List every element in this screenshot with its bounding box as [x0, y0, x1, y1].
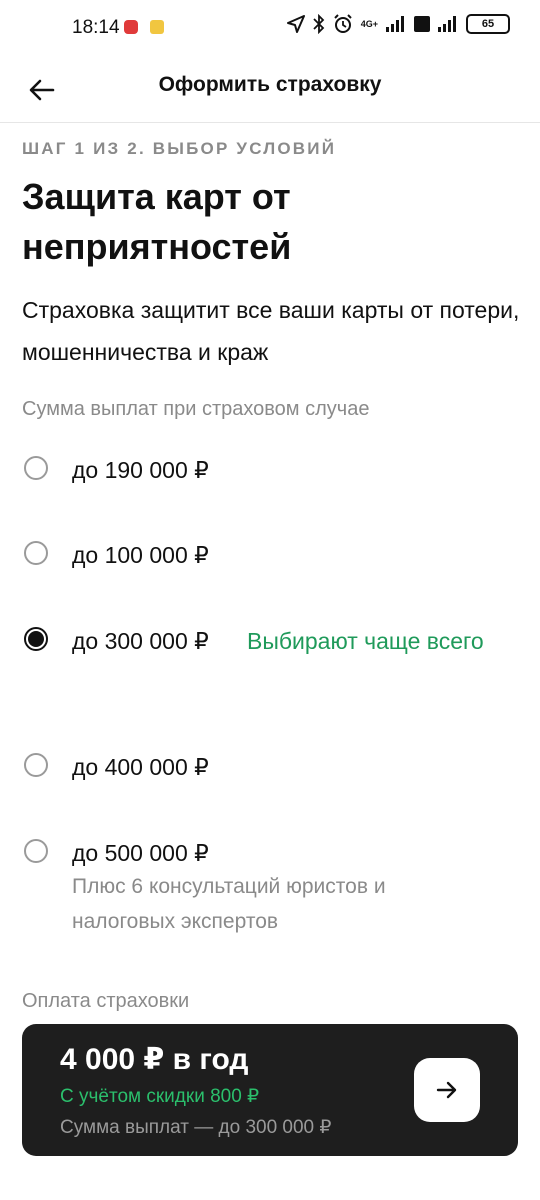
radio-button[interactable] — [24, 456, 48, 480]
popular-choice-badge: Выбирают чаще всего — [247, 628, 484, 654]
payout-option-label: до 190 000 ₽ — [72, 457, 209, 483]
payout-option-label: до 100 000 ₽ — [72, 542, 209, 568]
location-arrow-icon — [286, 15, 305, 33]
radio-button[interactable] — [24, 753, 48, 777]
payment-sum: Сумма выплат — до 300 000 ₽ — [60, 1117, 332, 1138]
payment-summary-card[interactable]: 4 000 ₽ в год С учётом скидки 800 ₽ Сумм… — [22, 1024, 518, 1156]
app-header: Оформить страховку — [0, 62, 540, 123]
status-bar: 18:14 4G+ 65 — [0, 0, 540, 62]
battery-icon: 65 — [466, 14, 510, 34]
header-title: Оформить страховку — [158, 73, 382, 96]
signal-icon — [386, 16, 404, 32]
page-subtitle: Страховка защитит все ваши карты от поте… — [22, 297, 520, 365]
arrow-right-icon — [436, 1081, 457, 1099]
page-title: Защита карт от неприятностей — [22, 176, 292, 267]
status-icons: 4G+ 65 — [286, 14, 510, 34]
payout-option-label: до 400 000 ₽ — [72, 754, 209, 780]
payout-section-label: Сумма выплат при страховом случае — [22, 398, 370, 420]
radio-button-selected[interactable] — [24, 627, 48, 651]
payment-discount: С учётом скидки 800 ₽ — [60, 1086, 260, 1107]
radio-button[interactable] — [24, 839, 48, 863]
app-notification-icon — [150, 20, 164, 34]
next-button[interactable] — [414, 1058, 480, 1122]
step-label: ШАГ 1 ИЗ 2. ВЫБОР УСЛОВИЙ — [22, 139, 337, 158]
signal-icon-2 — [438, 16, 456, 32]
payment-section-label: Оплата страховки — [22, 990, 190, 1012]
payout-option-label: до 500 000 ₽ — [72, 840, 209, 866]
payout-option-note: Плюс 6 консультаций юристов и налоговых … — [72, 875, 386, 933]
bluetooth-icon — [313, 14, 325, 34]
radio-button[interactable] — [24, 541, 48, 565]
notification-icon — [124, 20, 138, 34]
payment-price: 4 000 ₽ в год — [60, 1043, 249, 1076]
volte-icon — [414, 16, 430, 32]
status-time: 18:14 — [72, 17, 120, 38]
payout-option-label: до 300 000 ₽ — [72, 628, 209, 654]
network-type-label: 4G+ — [360, 18, 378, 29]
alarm-icon — [334, 14, 352, 33]
